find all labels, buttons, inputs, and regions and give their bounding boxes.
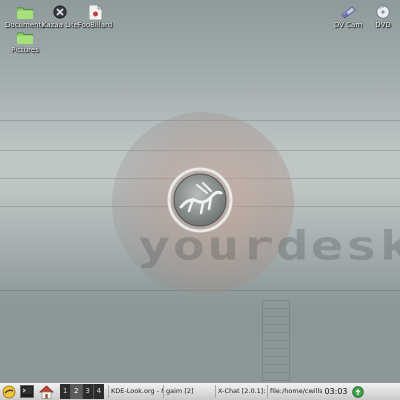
terminal-icon[interactable] xyxy=(19,384,35,399)
mandrake-star-icon[interactable] xyxy=(1,384,17,399)
mandrake-logo-icon xyxy=(167,167,233,233)
desktop-icon-foobillard[interactable]: FooBillard xyxy=(70,4,120,29)
task-button-konqueror[interactable]: file:/home/cwills/D xyxy=(267,385,322,398)
desktop-icon-label: DVD xyxy=(375,21,391,29)
pager-desktop-active[interactable]: 2 xyxy=(71,384,83,399)
kazaa-icon xyxy=(50,4,70,20)
desktop-pager[interactable]: 1 2 3 4 xyxy=(60,384,104,399)
task-button-xchat[interactable]: X-Chat [2.0.1]: Cir xyxy=(215,385,267,398)
folder-icon xyxy=(15,4,35,20)
desktop[interactable]: yourdesk Documents Kazaa Lite FooBillard xyxy=(0,0,400,400)
foobillard-icon xyxy=(85,4,105,20)
pager-desktop[interactable]: 3 xyxy=(83,384,94,399)
wallpaper-ladder xyxy=(262,300,290,382)
desktop-icon-dvd[interactable]: DVD xyxy=(358,4,400,29)
dvd-icon xyxy=(373,4,393,20)
home-icon[interactable] xyxy=(38,384,54,399)
desktop-icon-pictures[interactable]: Pictures xyxy=(0,29,50,54)
task-button-kde-look[interactable]: KDE-Look.org - M xyxy=(108,385,163,398)
pager-desktop[interactable]: 1 xyxy=(60,384,72,399)
task-button-gaim[interactable]: gaim [2] xyxy=(163,385,215,398)
taskbar: 1 2 3 4 KDE-Look.org - M gaim [2] X-Chat… xyxy=(0,382,400,400)
desktop-icon-label: Pictures xyxy=(11,46,39,54)
folder-icon xyxy=(15,29,35,45)
clock[interactable]: 03:03 xyxy=(322,385,350,398)
camcorder-icon xyxy=(338,4,358,20)
desktop-icon-label: FooBillard xyxy=(77,21,113,29)
network-status-icon[interactable] xyxy=(350,384,366,399)
pager-desktop[interactable]: 4 xyxy=(94,384,104,399)
